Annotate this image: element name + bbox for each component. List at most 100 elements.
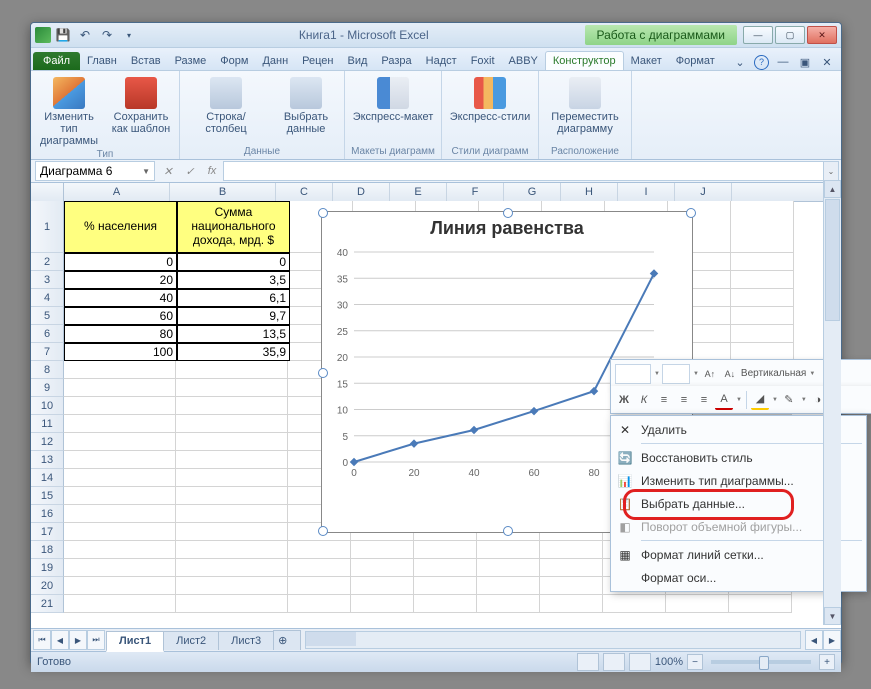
row-header[interactable]: 6 [31,325,64,343]
cell[interactable] [540,577,603,595]
row-header[interactable]: 21 [31,595,64,613]
doc-minimize-icon[interactable]: — [775,54,791,70]
chart-handle[interactable] [503,526,513,536]
row-header[interactable]: 9 [31,379,64,397]
cell[interactable] [64,415,176,433]
mini-font-size[interactable] [662,364,690,384]
mini-orientation-label[interactable]: Вертикальная [741,368,806,379]
col-header[interactable]: F [447,183,504,201]
cell[interactable]: % населения [64,201,177,253]
sheet-nav-next-icon[interactable]: ▶ [69,630,87,650]
quick-layout-button[interactable]: Экспресс-макет [351,77,435,123]
align-left-icon[interactable]: ≡ [655,391,673,409]
cell[interactable] [477,541,540,559]
doc-restore-icon[interactable]: ▣ [797,54,813,70]
cell[interactable] [351,595,414,613]
cell[interactable] [64,577,176,595]
cell[interactable] [540,541,603,559]
col-header[interactable]: B [170,183,276,201]
formula-input[interactable] [223,161,823,181]
qat-more-icon[interactable]: ▾ [119,25,139,45]
cell[interactable] [477,595,540,613]
tab-home[interactable]: Главн [80,52,124,70]
cell[interactable] [731,307,794,325]
tab-chart-design[interactable]: Конструктор [545,51,624,70]
sheet-tab[interactable]: Лист3 [218,631,274,650]
cell[interactable] [288,577,351,595]
cell[interactable] [176,541,288,559]
name-box[interactable]: Диаграмма 6▼ [35,161,155,181]
cell[interactable]: 40 [64,289,177,307]
cell[interactable]: 3,5 [177,271,290,289]
col-header[interactable]: A [64,183,170,201]
help-icon[interactable]: ? [754,55,769,70]
cell[interactable] [64,541,176,559]
row-header[interactable]: 5 [31,307,64,325]
tab-abbyy[interactable]: ABBY [502,52,545,70]
chart-handle[interactable] [318,208,328,218]
cell[interactable] [351,541,414,559]
maximize-button[interactable]: ▢ [775,26,805,44]
cell[interactable] [288,541,351,559]
cell[interactable] [414,541,477,559]
quick-styles-button[interactable]: Экспресс-стили [448,77,532,123]
scroll-thumb[interactable] [825,199,840,321]
shrink-font-icon[interactable]: A↓ [721,365,739,383]
scroll-down-icon[interactable]: ▼ [824,607,841,625]
tab-review[interactable]: Рецен [295,52,340,70]
sheet-nav-last-icon[interactable]: ⏭ [87,630,105,650]
align-center-icon[interactable]: ≡ [675,391,693,409]
cell[interactable] [731,201,794,253]
select-data-button[interactable]: Выбрать данные [274,77,338,135]
cell[interactable] [540,595,603,613]
qat-undo-icon[interactable]: ↶ [75,25,95,45]
tab-developer[interactable]: Разра [374,52,418,70]
cell[interactable] [64,451,176,469]
zoom-out-icon[interactable]: − [687,654,703,670]
col-header[interactable]: J [675,183,732,201]
mini-font-family[interactable] [615,364,651,384]
hscroll-left-icon[interactable]: ◀ [805,630,823,650]
cell[interactable] [176,577,288,595]
scroll-up-icon[interactable]: ▲ [824,180,841,198]
cell[interactable] [176,487,288,505]
cell[interactable] [64,559,176,577]
cell[interactable] [64,487,176,505]
row-header[interactable]: 7 [31,343,64,361]
row-header[interactable]: 20 [31,577,64,595]
cell[interactable] [176,433,288,451]
row-header[interactable]: 10 [31,397,64,415]
select-all-corner[interactable] [31,183,64,201]
row-header[interactable]: 18 [31,541,64,559]
cell[interactable] [540,559,603,577]
fill-color-icon[interactable]: ◢ [751,390,769,410]
cell[interactable] [64,505,176,523]
cell[interactable] [176,379,288,397]
tab-file[interactable]: Файл [33,52,80,70]
cell[interactable] [64,397,176,415]
cell[interactable]: 6,1 [177,289,290,307]
tab-view[interactable]: Вид [341,52,375,70]
minimize-button[interactable]: — [743,26,773,44]
cell[interactable] [477,559,540,577]
tab-chart-format[interactable]: Формат [669,52,722,70]
row-header[interactable]: 2 [31,253,64,271]
horizontal-scrollbar[interactable] [305,631,801,649]
cell[interactable] [731,325,794,343]
save-template-button[interactable]: Сохранить как шаблон [109,77,173,135]
col-header[interactable]: H [561,183,618,201]
cell[interactable]: 13,5 [177,325,290,343]
cell[interactable] [64,433,176,451]
cell[interactable] [731,289,794,307]
row-header[interactable]: 1 [31,201,64,253]
view-normal-icon[interactable] [577,653,599,671]
cell[interactable]: 60 [64,307,177,325]
col-header[interactable]: D [333,183,390,201]
chart-handle[interactable] [686,208,696,218]
chart-handle[interactable] [318,368,328,378]
cell[interactable] [666,595,729,613]
cell[interactable] [477,577,540,595]
zoom-level[interactable]: 100% [655,656,683,668]
change-chart-type-button[interactable]: Изменить тип диаграммы [37,77,101,147]
cell[interactable] [176,397,288,415]
